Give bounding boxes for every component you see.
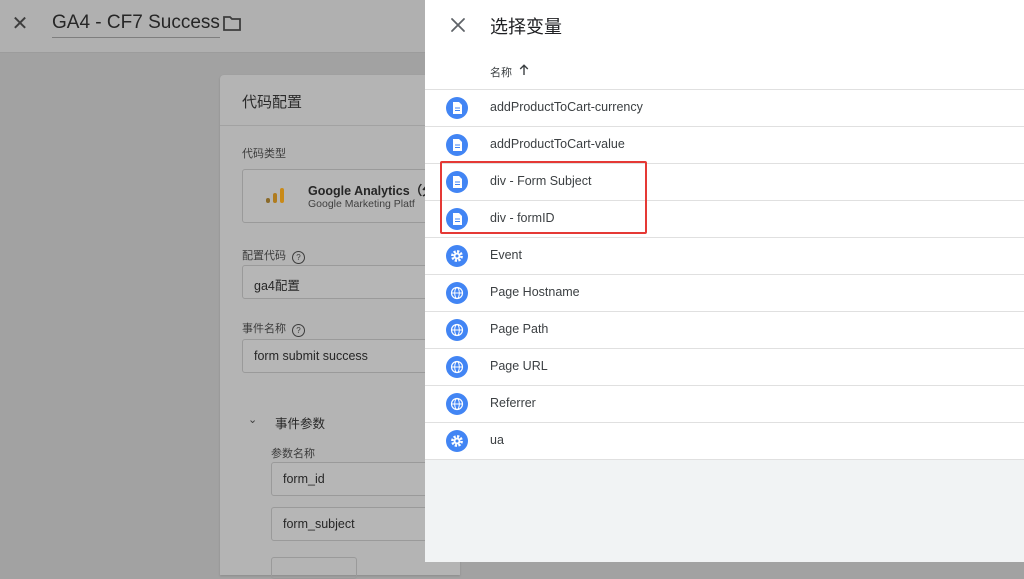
gear-icon — [446, 245, 468, 267]
variable-name: div - formID — [490, 211, 555, 225]
variable-name: Referrer — [490, 396, 536, 410]
name-column-header[interactable]: 名称 — [425, 52, 1024, 90]
event-params-section-title[interactable]: 事件参数 — [275, 413, 325, 432]
variable-list: addProductToCart-currency addProductToCa… — [425, 90, 1024, 460]
globe-icon — [446, 356, 468, 378]
help-icon[interactable]: ? — [292, 324, 305, 337]
gear-icon — [446, 430, 468, 452]
list-item[interactable]: addProductToCart-currency — [425, 90, 1024, 127]
help-icon[interactable]: ? — [292, 251, 305, 264]
close-icon[interactable] — [447, 14, 469, 36]
tag-type-name: Google Analytics（分 — [308, 184, 435, 198]
list-item[interactable]: Page Hostname — [425, 275, 1024, 312]
document-icon — [446, 208, 468, 230]
config-tag-label: 配置代码? — [242, 247, 305, 264]
variable-name: addProductToCart-value — [490, 137, 625, 151]
card-header: 代码配置 — [220, 75, 460, 126]
chevron-down-icon[interactable]: ⌄ — [248, 413, 257, 426]
globe-icon — [446, 393, 468, 415]
variable-name: div - Form Subject — [490, 174, 592, 188]
document-icon — [446, 134, 468, 156]
close-icon[interactable]: ✕ — [10, 14, 30, 34]
param-name-label: 参数名称 — [271, 448, 315, 460]
name-column-label: 名称 — [490, 67, 512, 79]
list-item[interactable]: Page URL — [425, 349, 1024, 386]
list-item[interactable]: addProductToCart-value — [425, 127, 1024, 164]
variable-name: ua — [490, 433, 504, 447]
list-item[interactable]: Referrer — [425, 386, 1024, 423]
tag-configuration-card: 代码配置 代码类型 Google Analytics（分 Google Mark… — [220, 75, 474, 579]
event-name-label-text: 事件名称 — [242, 323, 286, 335]
panel-header: 选择变量 — [425, 0, 1024, 52]
google-analytics-logo-icon — [266, 188, 284, 203]
document-icon — [446, 171, 468, 193]
tag-title[interactable]: GA4 - CF7 Success — [52, 12, 220, 38]
list-item[interactable]: div - Form Subject — [425, 164, 1024, 201]
list-item[interactable]: Event — [425, 238, 1024, 275]
globe-icon — [446, 282, 468, 304]
variable-name: Page URL — [490, 359, 548, 373]
folder-icon[interactable] — [222, 14, 242, 32]
variable-name: Page Hostname — [490, 285, 580, 299]
card-title: 代码配置 — [242, 94, 303, 111]
globe-icon — [446, 319, 468, 341]
list-item[interactable]: div - formID — [425, 201, 1024, 238]
config-tag-label-text: 配置代码 — [242, 250, 286, 262]
choose-variable-panel: 选择变量 名称 addProductToCart-currency addPro… — [425, 0, 1024, 562]
list-item[interactable]: ua — [425, 423, 1024, 460]
tag-type-label: 代码类型 — [242, 148, 286, 160]
event-name-label: 事件名称? — [242, 320, 305, 337]
variable-name: Event — [490, 248, 522, 262]
variable-name: Page Path — [490, 322, 549, 336]
add-param-button[interactable] — [271, 557, 357, 579]
arrow-up-icon[interactable] — [519, 64, 529, 76]
variable-name: addProductToCart-currency — [490, 100, 643, 114]
tag-type-subtitle: Google Marketing Platf — [308, 198, 415, 210]
document-icon — [446, 97, 468, 119]
panel-title: 选择变量 — [490, 17, 562, 37]
list-item[interactable]: Page Path — [425, 312, 1024, 349]
